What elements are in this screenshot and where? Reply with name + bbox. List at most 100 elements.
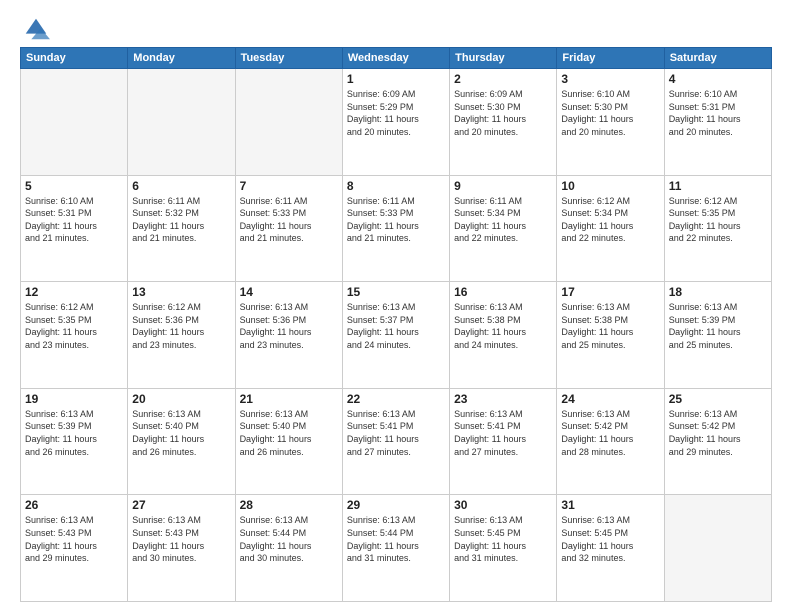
day-number: 5 bbox=[25, 179, 123, 193]
calendar-cell: 19 Sunrise: 6:13 AM Sunset: 5:39 PM Dayli… bbox=[21, 388, 128, 495]
calendar-cell: 15 Sunrise: 6:13 AM Sunset: 5:37 PM Dayli… bbox=[342, 282, 449, 389]
day-info: Sunrise: 6:13 AM Sunset: 5:39 PM Dayligh… bbox=[669, 301, 767, 351]
calendar-cell: 18 Sunrise: 6:13 AM Sunset: 5:39 PM Dayli… bbox=[664, 282, 771, 389]
day-number: 23 bbox=[454, 392, 552, 406]
weekday-header-friday: Friday bbox=[557, 48, 664, 69]
calendar-cell: 13 Sunrise: 6:12 AM Sunset: 5:36 PM Dayli… bbox=[128, 282, 235, 389]
week-row-1: 5 Sunrise: 6:10 AM Sunset: 5:31 PM Daylig… bbox=[21, 175, 772, 282]
calendar-cell: 10 Sunrise: 6:12 AM Sunset: 5:34 PM Dayli… bbox=[557, 175, 664, 282]
day-info: Sunrise: 6:12 AM Sunset: 5:34 PM Dayligh… bbox=[561, 195, 659, 245]
day-info: Sunrise: 6:13 AM Sunset: 5:40 PM Dayligh… bbox=[240, 408, 338, 458]
week-row-0: 1Sunrise: 6:09 AM Sunset: 5:29 PM Daylig… bbox=[21, 69, 772, 176]
calendar-cell: 29 Sunrise: 6:13 AM Sunset: 5:44 PM Dayli… bbox=[342, 495, 449, 602]
calendar-cell bbox=[21, 69, 128, 176]
day-number: 15 bbox=[347, 285, 445, 299]
day-number: 21 bbox=[240, 392, 338, 406]
day-info: Sunrise: 6:13 AM Sunset: 5:42 PM Dayligh… bbox=[669, 408, 767, 458]
day-number: 26 bbox=[25, 498, 123, 512]
day-info: Sunrise: 6:13 AM Sunset: 5:44 PM Dayligh… bbox=[347, 514, 445, 564]
day-number: 12 bbox=[25, 285, 123, 299]
day-number: 28 bbox=[240, 498, 338, 512]
day-number: 20 bbox=[132, 392, 230, 406]
day-info: Sunrise: 6:11 AM Sunset: 5:32 PM Dayligh… bbox=[132, 195, 230, 245]
calendar-cell: 27 Sunrise: 6:13 AM Sunset: 5:43 PM Dayli… bbox=[128, 495, 235, 602]
day-number: 14 bbox=[240, 285, 338, 299]
day-number: 7 bbox=[240, 179, 338, 193]
day-info: Sunrise: 6:13 AM Sunset: 5:45 PM Dayligh… bbox=[561, 514, 659, 564]
logo-icon bbox=[22, 15, 50, 43]
day-number: 30 bbox=[454, 498, 552, 512]
day-info: Sunrise: 6:10 AM Sunset: 5:31 PM Dayligh… bbox=[25, 195, 123, 245]
calendar-cell: 17Sunrise: 6:13 AM Sunset: 5:38 PM Dayli… bbox=[557, 282, 664, 389]
day-number: 16 bbox=[454, 285, 552, 299]
day-info: Sunrise: 6:13 AM Sunset: 5:43 PM Dayligh… bbox=[25, 514, 123, 564]
logo bbox=[20, 15, 50, 39]
day-info: Sunrise: 6:13 AM Sunset: 5:39 PM Dayligh… bbox=[25, 408, 123, 458]
page: SundayMondayTuesdayWednesdayThursdayFrid… bbox=[0, 0, 792, 612]
calendar-table: SundayMondayTuesdayWednesdayThursdayFrid… bbox=[20, 47, 772, 602]
calendar-cell: 28 Sunrise: 6:13 AM Sunset: 5:44 PM Dayli… bbox=[235, 495, 342, 602]
calendar-cell: 11 Sunrise: 6:12 AM Sunset: 5:35 PM Dayli… bbox=[664, 175, 771, 282]
day-info: Sunrise: 6:13 AM Sunset: 5:44 PM Dayligh… bbox=[240, 514, 338, 564]
calendar-cell: 31 Sunrise: 6:13 AM Sunset: 5:45 PM Dayli… bbox=[557, 495, 664, 602]
weekday-header-wednesday: Wednesday bbox=[342, 48, 449, 69]
day-info: Sunrise: 6:13 AM Sunset: 5:42 PM Dayligh… bbox=[561, 408, 659, 458]
day-number: 27 bbox=[132, 498, 230, 512]
weekday-header-monday: Monday bbox=[128, 48, 235, 69]
calendar-cell: 6 Sunrise: 6:11 AM Sunset: 5:32 PM Daylig… bbox=[128, 175, 235, 282]
calendar-cell: 9 Sunrise: 6:11 AM Sunset: 5:34 PM Daylig… bbox=[450, 175, 557, 282]
week-row-4: 26 Sunrise: 6:13 AM Sunset: 5:43 PM Dayli… bbox=[21, 495, 772, 602]
day-number: 11 bbox=[669, 179, 767, 193]
day-number: 2 bbox=[454, 72, 552, 86]
day-number: 9 bbox=[454, 179, 552, 193]
day-info: Sunrise: 6:13 AM Sunset: 5:41 PM Dayligh… bbox=[347, 408, 445, 458]
calendar-cell: 21 Sunrise: 6:13 AM Sunset: 5:40 PM Dayli… bbox=[235, 388, 342, 495]
calendar-cell: 8Sunrise: 6:11 AM Sunset: 5:33 PM Daylig… bbox=[342, 175, 449, 282]
day-number: 10 bbox=[561, 179, 659, 193]
calendar-cell: 5 Sunrise: 6:10 AM Sunset: 5:31 PM Daylig… bbox=[21, 175, 128, 282]
calendar-cell: 30Sunrise: 6:13 AM Sunset: 5:45 PM Dayli… bbox=[450, 495, 557, 602]
calendar-cell bbox=[664, 495, 771, 602]
day-number: 1 bbox=[347, 72, 445, 86]
day-info: Sunrise: 6:11 AM Sunset: 5:34 PM Dayligh… bbox=[454, 195, 552, 245]
week-row-2: 12 Sunrise: 6:12 AM Sunset: 5:35 PM Dayli… bbox=[21, 282, 772, 389]
day-number: 4 bbox=[669, 72, 767, 86]
calendar-cell: 1Sunrise: 6:09 AM Sunset: 5:29 PM Daylig… bbox=[342, 69, 449, 176]
day-number: 3 bbox=[561, 72, 659, 86]
calendar-cell: 24 Sunrise: 6:13 AM Sunset: 5:42 PM Dayli… bbox=[557, 388, 664, 495]
calendar-cell: 7 Sunrise: 6:11 AM Sunset: 5:33 PM Daylig… bbox=[235, 175, 342, 282]
calendar-cell bbox=[235, 69, 342, 176]
day-info: Sunrise: 6:12 AM Sunset: 5:36 PM Dayligh… bbox=[132, 301, 230, 351]
day-info: Sunrise: 6:13 AM Sunset: 5:38 PM Dayligh… bbox=[454, 301, 552, 351]
calendar-cell: 23Sunrise: 6:13 AM Sunset: 5:41 PM Dayli… bbox=[450, 388, 557, 495]
day-info: Sunrise: 6:13 AM Sunset: 5:37 PM Dayligh… bbox=[347, 301, 445, 351]
day-number: 25 bbox=[669, 392, 767, 406]
day-number: 29 bbox=[347, 498, 445, 512]
day-info: Sunrise: 6:12 AM Sunset: 5:35 PM Dayligh… bbox=[669, 195, 767, 245]
weekday-header-sunday: Sunday bbox=[21, 48, 128, 69]
day-number: 8 bbox=[347, 179, 445, 193]
day-info: Sunrise: 6:13 AM Sunset: 5:40 PM Dayligh… bbox=[132, 408, 230, 458]
day-number: 22 bbox=[347, 392, 445, 406]
day-number: 19 bbox=[25, 392, 123, 406]
day-number: 18 bbox=[669, 285, 767, 299]
calendar-cell: 14 Sunrise: 6:13 AM Sunset: 5:36 PM Dayli… bbox=[235, 282, 342, 389]
day-info: Sunrise: 6:11 AM Sunset: 5:33 PM Dayligh… bbox=[240, 195, 338, 245]
calendar-cell: 2 Sunrise: 6:09 AM Sunset: 5:30 PM Daylig… bbox=[450, 69, 557, 176]
day-info: Sunrise: 6:12 AM Sunset: 5:35 PM Dayligh… bbox=[25, 301, 123, 351]
weekday-header-saturday: Saturday bbox=[664, 48, 771, 69]
day-info: Sunrise: 6:09 AM Sunset: 5:30 PM Dayligh… bbox=[454, 88, 552, 138]
day-number: 24 bbox=[561, 392, 659, 406]
day-info: Sunrise: 6:10 AM Sunset: 5:30 PM Dayligh… bbox=[561, 88, 659, 138]
day-number: 6 bbox=[132, 179, 230, 193]
day-number: 13 bbox=[132, 285, 230, 299]
weekday-header-tuesday: Tuesday bbox=[235, 48, 342, 69]
day-info: Sunrise: 6:13 AM Sunset: 5:38 PM Dayligh… bbox=[561, 301, 659, 351]
day-info: Sunrise: 6:13 AM Sunset: 5:36 PM Dayligh… bbox=[240, 301, 338, 351]
calendar-cell: 25 Sunrise: 6:13 AM Sunset: 5:42 PM Dayli… bbox=[664, 388, 771, 495]
day-number: 31 bbox=[561, 498, 659, 512]
day-info: Sunrise: 6:13 AM Sunset: 5:43 PM Dayligh… bbox=[132, 514, 230, 564]
week-row-3: 19 Sunrise: 6:13 AM Sunset: 5:39 PM Dayli… bbox=[21, 388, 772, 495]
calendar-cell bbox=[128, 69, 235, 176]
calendar-cell: 22 Sunrise: 6:13 AM Sunset: 5:41 PM Dayli… bbox=[342, 388, 449, 495]
